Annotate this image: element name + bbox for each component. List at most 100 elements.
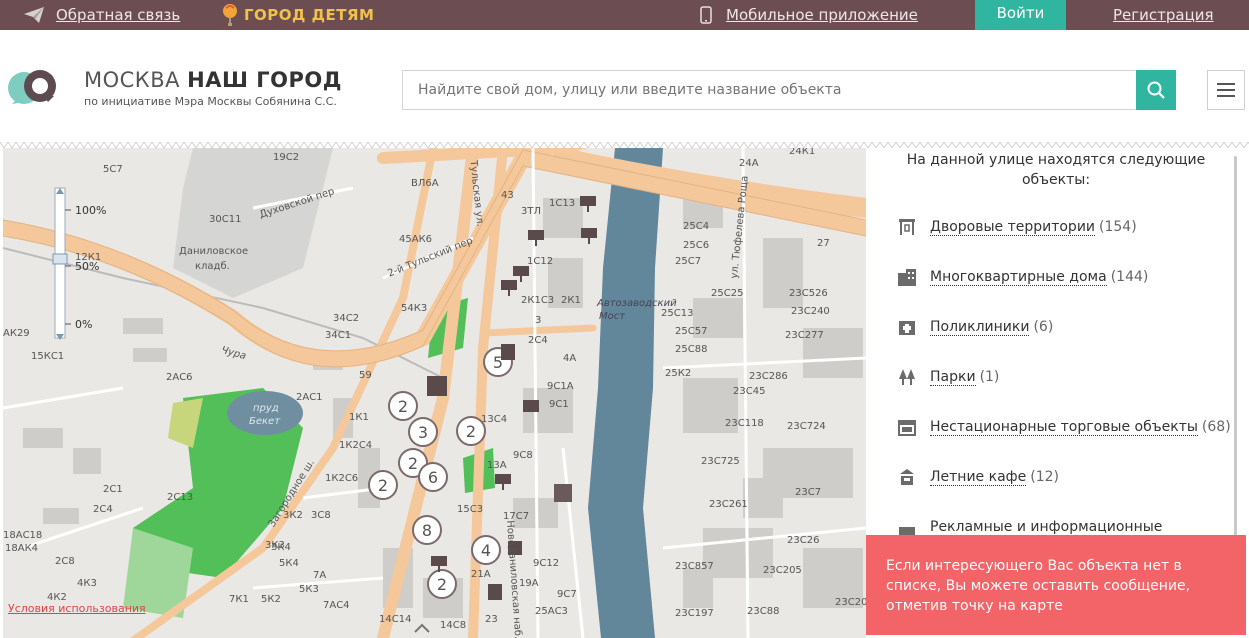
map-label: 5К4: [279, 558, 299, 569]
map-label: 23С261: [709, 499, 748, 510]
map-label: 25С88: [675, 344, 708, 355]
kids-link[interactable]: ГОРОД ДЕТЯМ: [222, 0, 374, 30]
top-bar: Обратная связь ГОРОД ДЕТЯМ Мобильное при…: [0, 0, 1249, 36]
map-label: 23С197: [675, 608, 714, 619]
cafe-icon: [896, 467, 918, 487]
missing-object-notice[interactable]: Если интересующего Вас объекта нет в спи…: [866, 535, 1246, 635]
map-label: 23: [485, 614, 498, 625]
map-label: 25С13: [661, 308, 694, 319]
billboard-marker: [513, 266, 529, 276]
map-label: 23С240: [791, 306, 830, 317]
map-label: 1С12: [527, 256, 554, 267]
kids-label: ГОРОД ДЕТЯМ: [244, 6, 375, 24]
cluster-count: 6: [428, 468, 438, 487]
logo-icon[interactable]: [8, 68, 60, 110]
map-label: 25С6: [683, 240, 710, 251]
map-label: 3ТЛ: [521, 206, 541, 217]
map-label: 43: [501, 190, 514, 201]
map-label: 24А: [739, 158, 759, 169]
search-input[interactable]: [402, 70, 1137, 110]
category-label: Многоквартирные дома: [930, 268, 1107, 286]
map-label: 34С2: [333, 313, 360, 324]
map-label: 34С1: [325, 330, 352, 341]
billboard-marker: [495, 474, 511, 484]
category-summer-cafes[interactable]: Летние кафе (12): [896, 466, 1059, 488]
map-label: 25С4: [683, 221, 710, 232]
map-label: 14С14: [379, 614, 412, 625]
menu-button[interactable]: [1207, 70, 1245, 110]
cluster-count: 8: [422, 521, 432, 540]
cluster-count: 2: [466, 422, 476, 441]
feedback-label: Обратная связь: [56, 6, 181, 24]
kiosk-icon: [896, 417, 918, 437]
map-label: 19С2: [273, 152, 300, 163]
mobile-app-link[interactable]: Мобильное приложение: [700, 0, 918, 30]
panel-heading: На данной улице находятся следующие объе…: [906, 152, 1206, 188]
site-subtitle: по инициативе Мэра Москвы Собянина С.С.: [84, 95, 337, 108]
phone-icon: [700, 6, 712, 24]
map-label: 13С4: [481, 414, 508, 425]
map-label: 25АС3: [535, 606, 568, 617]
map-label: 3К3: [265, 540, 285, 551]
map-label: 5К3: [299, 584, 319, 595]
category-parks[interactable]: Парки (1): [896, 366, 999, 388]
map-label: 54К3: [401, 303, 428, 314]
map-label: 2С13: [167, 492, 194, 503]
yard-marker: [501, 344, 515, 360]
map-label: 2С1: [103, 484, 123, 495]
chevron-up-icon[interactable]: [413, 622, 431, 634]
search-button[interactable]: [1136, 70, 1176, 110]
map-label: 13А: [487, 460, 507, 471]
category-label: Нестационарные торговые объекты: [930, 418, 1198, 436]
map-label: 14С8: [440, 620, 467, 631]
cluster-count: 2: [398, 397, 408, 416]
category-yards[interactable]: Дворовые территории (154): [896, 216, 1137, 238]
map-label: кладб.: [195, 261, 230, 272]
map-label: 7А: [313, 570, 327, 581]
pond-label: пруд: [253, 403, 279, 414]
map-label: 23С725: [701, 456, 740, 467]
map-view[interactable]: 5 2 3 2 2 6 2 8 4 2 100% 50% 0% 19С2 5С7…: [3, 148, 866, 638]
cluster-count: 3: [418, 423, 428, 442]
category-label: Поликлиники: [930, 318, 1030, 336]
map-label: 2К1С3: [521, 295, 555, 306]
zoom-label-min: 0%: [75, 318, 93, 331]
cluster-count: 2: [437, 575, 447, 594]
apartment-building-icon: [896, 267, 918, 287]
category-kiosks[interactable]: Нестационарные торговые объекты (68): [896, 416, 1231, 438]
map-label: 4А: [563, 353, 577, 364]
map-label: 1К2С4: [339, 440, 373, 451]
panel-scrollbar[interactable]: [1234, 156, 1237, 536]
map-label: 1С13: [549, 198, 576, 209]
map-label: 3К2: [283, 510, 303, 521]
category-count: (6): [1033, 319, 1054, 335]
bridge-label: Мост: [599, 311, 626, 322]
site-title[interactable]: МОСКВА НАШ ГОРОД: [84, 68, 342, 92]
search-icon: [1147, 81, 1165, 99]
map-label: 2АС6: [166, 372, 193, 383]
cluster-count: 4: [481, 541, 491, 560]
category-apartment-buildings[interactable]: Многоквартирные дома (144): [896, 266, 1148, 288]
category-count: (12): [1030, 469, 1059, 485]
register-link[interactable]: Регистрация: [1113, 0, 1214, 30]
map-label: 23С857: [675, 561, 714, 572]
category-clinics[interactable]: Поликлиники (6): [896, 316, 1053, 338]
category-label: Дворовые территории: [930, 218, 1096, 236]
map-label: 25С25: [711, 288, 744, 299]
park-icon: [896, 367, 918, 387]
cluster-count: 2: [408, 454, 418, 473]
terms-of-use-link[interactable]: Условия использования: [8, 602, 146, 615]
kiosk-marker: [554, 484, 572, 502]
map-label: 12К1: [75, 252, 102, 263]
map-label: 19А: [519, 578, 539, 589]
map-label: 3С8: [311, 510, 331, 521]
map-label: 23С205: [763, 565, 802, 576]
category-count: (154): [1099, 219, 1137, 235]
mobile-app-label: Мобильное приложение: [726, 6, 918, 24]
map-label: 25С7: [675, 256, 702, 267]
map-label: 2С4: [93, 504, 113, 515]
map-label: 9С7: [557, 589, 577, 600]
map-label: 23С724: [787, 421, 826, 432]
feedback-link[interactable]: Обратная связь: [24, 0, 180, 30]
map-label: 5К2: [261, 594, 281, 605]
